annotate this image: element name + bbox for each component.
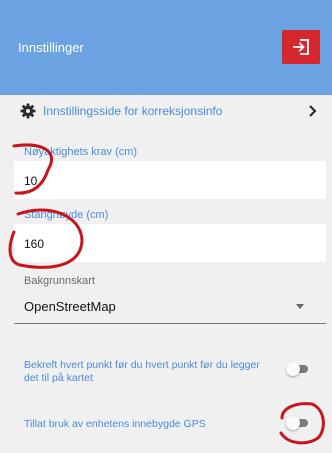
background-map-value: OpenStreetMap — [24, 299, 116, 314]
confirm-point-toggle[interactable] — [286, 362, 308, 376]
correction-info-label: Innstillingsside for korreksjonsinfo — [43, 104, 223, 118]
exit-button[interactable] — [282, 30, 320, 64]
logout-icon — [293, 39, 309, 55]
toggle-knob — [286, 362, 300, 376]
builtin-gps-toggle[interactable] — [286, 416, 308, 430]
gear-icon — [20, 103, 36, 119]
correction-info-settings-link[interactable]: Innstillingsside for korreksjonsinfo — [0, 95, 332, 128]
background-map-label: Bakgrunnskart — [24, 275, 95, 287]
accuracy-label: Nøyaktighets krav (cm) — [24, 146, 138, 158]
chevron-right-icon — [309, 105, 317, 117]
toggle-knob — [286, 416, 300, 430]
pole-height-value: 160 — [24, 237, 45, 251]
page-title: Innstillinger — [18, 40, 84, 55]
accuracy-input[interactable]: 10 — [14, 161, 326, 199]
confirm-point-label: Bekreft hvert punkt før du hvert punkt f… — [24, 359, 260, 384]
pole-height-label: Stanghøyde (cm) — [24, 209, 109, 221]
app-header: Innstillinger — [0, 0, 332, 95]
dropdown-caret-icon — [296, 304, 304, 309]
background-map-select[interactable]: OpenStreetMap — [14, 291, 326, 324]
accuracy-value: 10 — [24, 174, 38, 188]
pole-height-input[interactable]: 160 — [14, 224, 326, 262]
builtin-gps-label: Tillat bruk av enhetens innebygde GPS — [24, 418, 206, 430]
